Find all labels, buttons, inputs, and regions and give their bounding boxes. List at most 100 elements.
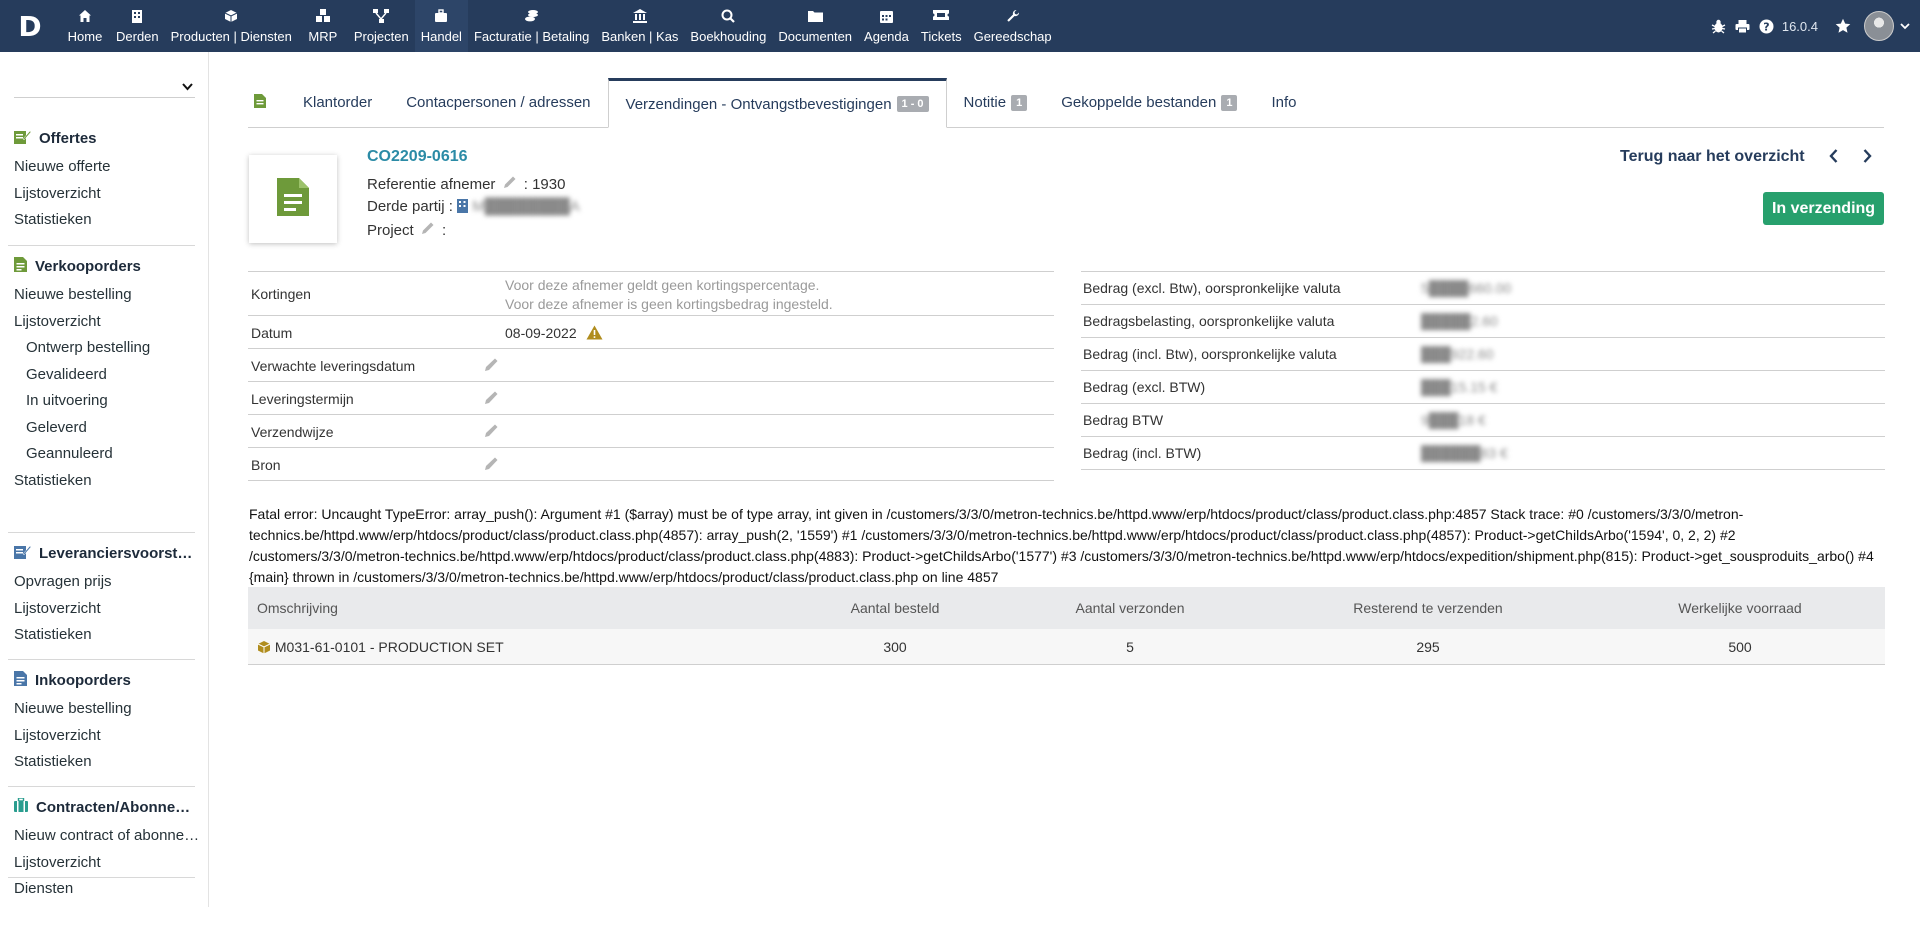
building-icon	[457, 199, 469, 217]
menu-item-home[interactable]: Home	[60, 0, 110, 52]
date-value: 08-09-2022	[505, 325, 577, 341]
menu-item-documenten[interactable]: Documenten	[772, 0, 858, 52]
tab-notitie[interactable]: Notitie 1	[947, 78, 1045, 127]
amount-row: Bedrag (incl. Btw), oorspronkelijke valu…	[1081, 338, 1885, 371]
menu-item-derden[interactable]: Derden	[110, 0, 165, 52]
sidebar-link-gevalideerd[interactable]: Gevalideerd	[0, 362, 209, 389]
sidebar-heading-offertes[interactable]: Offertes	[0, 127, 209, 149]
menu-item-boekhouding[interactable]: Boekhouding	[684, 0, 772, 52]
warning-icon	[586, 325, 603, 343]
sidebar-link-statistieken[interactable]: Statistieken	[0, 468, 209, 495]
order-icon	[14, 256, 27, 276]
sidebar-link-lijstoverzicht[interactable]: Lijstoverzicht	[0, 850, 209, 877]
column-header-aantal-verzonden: Aantal verzonden	[1075, 600, 1185, 616]
menu-item-gereedschap[interactable]: Gereedschap	[968, 0, 1058, 52]
sidebar-link-nieuw-contract[interactable]: Nieuw contract of abonnement	[0, 823, 209, 850]
menu-item-mrp[interactable]: MRP	[298, 0, 348, 52]
previous-record-button[interactable]	[1823, 148, 1843, 168]
sidebar-link-geannuleerd[interactable]: Geannuleerd	[0, 441, 209, 468]
tab-contactpersonen[interactable]: Contacpersonen / adressen	[389, 78, 607, 127]
menu-item-projecten[interactable]: Projecten	[348, 0, 415, 52]
tab-label: Gekoppelde bestanden	[1061, 94, 1217, 111]
menu-item-tickets[interactable]: Tickets	[915, 0, 968, 52]
sidebar-heading-verkooporders[interactable]: Verkooporders	[0, 255, 209, 277]
sidebar-heading-label: Contracten/Abonnementen	[36, 798, 196, 816]
sidebar-link-lijstoverzicht[interactable]: Lijstoverzicht	[0, 596, 209, 623]
next-record-button[interactable]	[1857, 148, 1877, 168]
column-header-omschrijving: Omschrijving	[257, 600, 338, 616]
chevron-down-icon[interactable]	[1900, 17, 1910, 35]
cell-aantal-besteld: 300	[883, 639, 907, 655]
sidebar-heading-inkooporders[interactable]: Inkooporders	[0, 669, 209, 691]
chevron-left-icon	[1828, 149, 1838, 167]
sidebar-section-inkooporders: Inkooporders Nieuwe bestelling Lijstover…	[0, 669, 209, 776]
pencil-icon[interactable]	[484, 423, 499, 441]
menu-item-producten[interactable]: Producten | Diensten	[165, 0, 298, 52]
sidebar-link-diensten[interactable]: Diensten	[0, 876, 209, 903]
info-row-verzendwijze: Verzendwijze	[248, 415, 1054, 448]
pencil-icon[interactable]	[421, 221, 435, 239]
sidebar-link-statistieken[interactable]: Statistieken	[0, 749, 209, 776]
menu-item-handel[interactable]: Handel	[414, 0, 468, 52]
sidebar-link-lijstoverzicht[interactable]: Lijstoverzicht	[0, 309, 209, 336]
pencil-icon[interactable]	[484, 390, 499, 408]
menu-label-banken: Banken | Kas	[601, 28, 679, 44]
sidebar-link-nieuwe-bestelling[interactable]: Nieuwe bestelling	[0, 696, 209, 723]
tab-info[interactable]: Info	[1254, 78, 1313, 127]
sidebar-link-geleverd[interactable]: Geleverd	[0, 415, 209, 442]
sidebar-divider	[8, 659, 195, 660]
tab-verzendingen[interactable]: Verzendingen - Ontvangstbevestigingen 1 …	[607, 78, 947, 128]
table-header: Omschrijving Aantal besteld Aantal verzo…	[248, 587, 1885, 629]
sidebar-link-nieuwe-offerte[interactable]: Nieuwe offerte	[0, 154, 209, 181]
sidebar-link-in-uitvoering[interactable]: In uitvoering	[0, 388, 209, 415]
tab-klantorder[interactable]: Klantorder	[286, 78, 389, 127]
back-to-overview-link[interactable]: Terug naar het overzicht	[1620, 148, 1805, 166]
menu-label-documenten: Documenten	[778, 28, 853, 44]
menu-item-agenda[interactable]: Agenda	[858, 0, 915, 52]
menu-item-facturatie[interactable]: Facturatie | Betaling	[468, 0, 595, 52]
tab-label: Notitie	[963, 94, 1007, 111]
sidebar-heading-leveranciersvoorstellen[interactable]: Leveranciersvoorstellen	[0, 542, 209, 564]
info-value-date: 08-09-2022	[505, 325, 603, 343]
customer-reference-label: Referentie afnemer	[367, 176, 496, 193]
third-party-link[interactable]: M████████A	[472, 198, 580, 215]
sidebar-link-ontwerp-bestelling[interactable]: Ontwerp bestelling	[0, 335, 209, 362]
tab-badge: 1 - 0	[896, 96, 929, 112]
coins-icon	[524, 9, 539, 25]
star-icon[interactable]	[1834, 17, 1852, 35]
sidebar-heading-contracten[interactable]: Contracten/Abonnementen	[0, 796, 209, 818]
amounts-table: Bedrag (excl. Btw), oorspronkelijke valu…	[1081, 271, 1885, 470]
sidebar-link-statistieken[interactable]: Statistieken	[0, 207, 209, 234]
tab-document-icon[interactable]	[248, 78, 286, 127]
info-label: Bron	[251, 457, 281, 473]
table-row: M031-61-0101 - PRODUCTION SET 300 5 295 …	[248, 629, 1885, 665]
wrench-icon	[1006, 9, 1020, 25]
menu-item-banken[interactable]: Banken | Kas	[595, 0, 684, 52]
bug-icon[interactable]	[1710, 17, 1728, 35]
printer-icon[interactable]	[1734, 17, 1752, 35]
tab-gekoppelde-bestanden[interactable]: Gekoppelde bestanden 1	[1044, 78, 1254, 127]
document-thumbnail	[249, 155, 337, 243]
contract-icon	[14, 797, 28, 816]
sidebar-link-lijstoverzicht[interactable]: Lijstoverzicht	[0, 723, 209, 750]
product-link[interactable]: M031-61-0101 - PRODUCTION SET	[275, 639, 504, 655]
menu-label-boekhouding: Boekhouding	[690, 28, 767, 44]
pencil-icon[interactable]	[484, 357, 499, 375]
pencil-icon[interactable]	[503, 175, 517, 193]
shipment-lines-table: Omschrijving Aantal besteld Aantal verzo…	[248, 587, 1885, 665]
sidebar-link-lijstoverzicht[interactable]: Lijstoverzicht	[0, 181, 209, 208]
tab-label: Klantorder	[303, 94, 373, 111]
app-logo[interactable]: D	[0, 0, 60, 52]
cubes-icon	[315, 8, 331, 25]
menu-label-agenda: Agenda	[864, 28, 909, 44]
main-menu: Home Derden Producten | Diensten MRP Pro…	[60, 0, 1058, 52]
sidebar-link-nieuwe-bestelling[interactable]: Nieuwe bestelling	[0, 282, 209, 309]
sidebar-link-opvragen-prijs[interactable]: Opvragen prijs	[0, 569, 209, 596]
sidebar-select[interactable]	[14, 74, 195, 98]
help-icon[interactable]: ?	[1758, 17, 1776, 35]
user-avatar[interactable]	[1864, 11, 1894, 41]
third-party-label: Derde partij :	[367, 198, 453, 215]
pencil-icon[interactable]	[484, 456, 499, 474]
sidebar-link-statistieken[interactable]: Statistieken	[0, 622, 209, 649]
product-box-icon	[257, 640, 271, 657]
